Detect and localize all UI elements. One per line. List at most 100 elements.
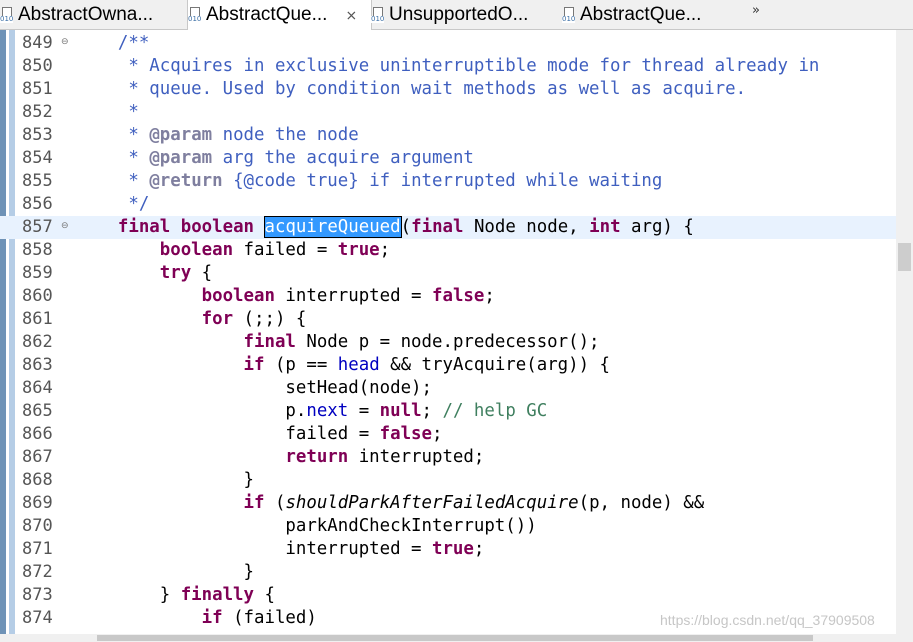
line-number: 861 [22, 309, 53, 329]
code-token: * [128, 148, 150, 168]
line-number: 872 [22, 562, 53, 582]
line-number: 862 [22, 332, 53, 352]
code-token: @param [149, 148, 213, 168]
line-number: 859 [22, 263, 53, 283]
line-number: 852 [22, 102, 53, 122]
code-line[interactable]: 854 * @param arg the acquire argument [0, 147, 896, 170]
watermark: https://blog.csdn.net/qq_37909508 [660, 612, 875, 628]
code-text: setHead(node); [76, 377, 432, 400]
code-editor[interactable]: 849 ⊖ /** 850 * Acquires in exclusive unin… [0, 30, 913, 642]
code-line[interactable]: 863 if (p == head && tryAcquire(arg)) { [0, 354, 896, 377]
code-text: final boolean acquireQueued(final Node n… [76, 216, 694, 239]
code-token: return [285, 447, 349, 467]
code-line[interactable]: 858 boolean failed = true; [0, 239, 896, 262]
code-line[interactable]: 853 * @param node the node [0, 124, 896, 147]
code-token: (failed) [222, 608, 317, 628]
close-tab-icon[interactable]: ⨯ [345, 7, 357, 24]
code-token: arg the acquire argument [212, 148, 474, 168]
code-text: p.next = null; // help GC [76, 400, 547, 423]
code-line[interactable]: 869 if (shouldParkAfterFailedAcquire(p, … [0, 492, 896, 515]
horizontal-scrollbar[interactable] [0, 634, 913, 642]
editor-tab-bar: 010 AbstractOwna... 010 AbstractQue... ⨯ 010 U… [0, 0, 913, 30]
code-text: * @return {@code true} if interrupted wh… [76, 170, 662, 193]
vertical-scrollbar[interactable] [896, 30, 913, 634]
code-line[interactable]: 856 */ [0, 193, 896, 216]
code-line[interactable]: 864 setHead(node); [0, 377, 896, 400]
code-line[interactable]: 852 * [0, 101, 896, 124]
code-token: failed = [233, 240, 338, 260]
fold-collapse-icon[interactable]: ⊖ [61, 37, 69, 47]
code-line[interactable]: 861 for (;;) { [0, 308, 896, 331]
code-line[interactable]: 870 parkAndCheckInterrupt()) [0, 515, 896, 538]
horizontal-scroll-thumb[interactable] [97, 635, 813, 641]
line-number: 864 [22, 378, 53, 398]
fold-collapse-icon[interactable]: ⊖ [61, 221, 69, 231]
class-file-icon: 010 [371, 6, 386, 23]
code-line[interactable]: 862 final Node p = node.predecessor(); [0, 331, 896, 354]
code-text: failed = false; [76, 423, 442, 446]
line-number: 863 [22, 355, 53, 375]
code-line[interactable]: 865 p.next = null; // help GC [0, 400, 896, 423]
tab-label: AbstractQue... [580, 3, 702, 25]
code-token: * Acquires in exclusive uninterruptible … [128, 56, 820, 76]
code-token: node the node [212, 125, 359, 145]
code-line[interactable]: 860 boolean interrupted = false; [0, 285, 896, 308]
code-text: } [76, 469, 254, 492]
tab-label: AbstractOwna... [18, 3, 154, 25]
line-number: 873 [22, 585, 53, 605]
code-line[interactable]: 851 * queue. Used by condition wait meth… [0, 78, 896, 101]
code-line[interactable]: 873 } finally { [0, 584, 896, 607]
tab-0[interactable]: 010 AbstractOwna... [0, 0, 186, 29]
code-token: (p, node) && [578, 493, 705, 513]
class-file-icon: 010 [188, 7, 203, 23]
line-number: 851 [22, 79, 53, 99]
code-token: */ [128, 194, 150, 214]
tab-2[interactable]: 010 UnsupportedO... [371, 0, 561, 29]
code-line[interactable]: 849 ⊖ /** [0, 32, 896, 55]
code-line[interactable]: 855 * @return {@code true} if interrupte… [0, 170, 896, 193]
code-token: && tryAcquire(arg)) { [379, 355, 611, 375]
code-token: Node p = node.predecessor(); [295, 332, 600, 352]
line-number: 858 [22, 240, 53, 260]
vertical-scroll-thumb[interactable] [898, 243, 911, 271]
code-token: ; [473, 539, 485, 559]
line-number: 865 [22, 401, 53, 421]
code-line[interactable]: 866 failed = false; [0, 423, 896, 446]
code-line[interactable]: 871 interrupted = true; [0, 538, 896, 561]
code-text: if (failed) [76, 607, 317, 630]
code-token: * [128, 102, 139, 122]
tab-overflow-chevron-icon[interactable]: » [752, 3, 760, 18]
code-line[interactable]: 859 try { [0, 262, 896, 285]
code-token: ; [421, 401, 443, 421]
code-token: final [411, 217, 464, 237]
code-text: for (;;) { [76, 308, 307, 331]
line-number: 857 [22, 217, 53, 237]
tab-1[interactable]: 010 AbstractQue... ⨯ [187, 0, 372, 30]
code-token: Node node, [463, 217, 590, 237]
code-token: interrupted; [348, 447, 485, 467]
code-text: * @param node the node [76, 124, 359, 147]
code-line[interactable]: 857 ⊖ final boolean acquireQueued(final N… [0, 216, 896, 239]
code-token: boolean [180, 217, 255, 237]
code-line[interactable]: 868 } [0, 469, 896, 492]
code-line[interactable]: 867 return interrupted; [0, 446, 896, 469]
code-token: ( [400, 217, 412, 237]
tab-3[interactable]: 010 AbstractQue... [562, 0, 752, 29]
code-line[interactable]: 850 * Acquires in exclusive uninterrupti… [0, 55, 896, 78]
code-token: try [159, 263, 192, 283]
code-text: * queue. Used by condition wait methods … [76, 78, 746, 101]
code-line[interactable]: 872 } [0, 561, 896, 584]
line-number: 854 [22, 148, 53, 168]
code-token: @param [149, 125, 213, 145]
code-token: if [243, 355, 265, 375]
code-text: boolean failed = true; [76, 239, 390, 262]
code-token: arg) { [620, 217, 694, 237]
